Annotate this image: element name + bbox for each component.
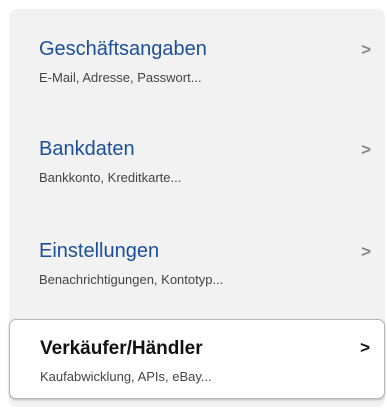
menu-item-geschaeftsangaben[interactable]: Geschäftsangaben E-Mail, Adresse, Passwo…: [9, 29, 385, 119]
settings-menu-panel: Geschäftsangaben E-Mail, Adresse, Passwo…: [9, 9, 385, 407]
menu-item-subtitle: Kaufabwicklung, APIs, eBay...: [40, 369, 212, 384]
menu-item-verkaeufer-haendler[interactable]: Verkäufer/Händler Kaufabwicklung, APIs, …: [9, 319, 385, 399]
menu-item-title: Einstellungen: [39, 240, 160, 262]
menu-item-bankdaten[interactable]: Bankdaten Bankkonto, Kreditkarte... >: [9, 129, 385, 219]
menu-item-subtitle: Benachrichtigungen, Kontotyp...: [39, 272, 224, 287]
chevron-right-icon: >: [361, 40, 371, 59]
menu-item-subtitle: E-Mail, Adresse, Passwort...: [39, 70, 202, 85]
menu-item-title: Bankdaten: [39, 138, 135, 160]
chevron-right-icon: >: [361, 242, 371, 261]
chevron-right-icon: >: [360, 338, 370, 357]
menu-item-einstellungen[interactable]: Einstellungen Benachrichtigungen, Kontot…: [9, 231, 385, 321]
menu-item-title: Geschäftsangaben: [39, 38, 207, 60]
menu-item-subtitle: Bankkonto, Kreditkarte...: [39, 170, 182, 185]
chevron-right-icon: >: [361, 140, 371, 159]
menu-item-title: Verkäufer/Händler: [40, 338, 203, 359]
